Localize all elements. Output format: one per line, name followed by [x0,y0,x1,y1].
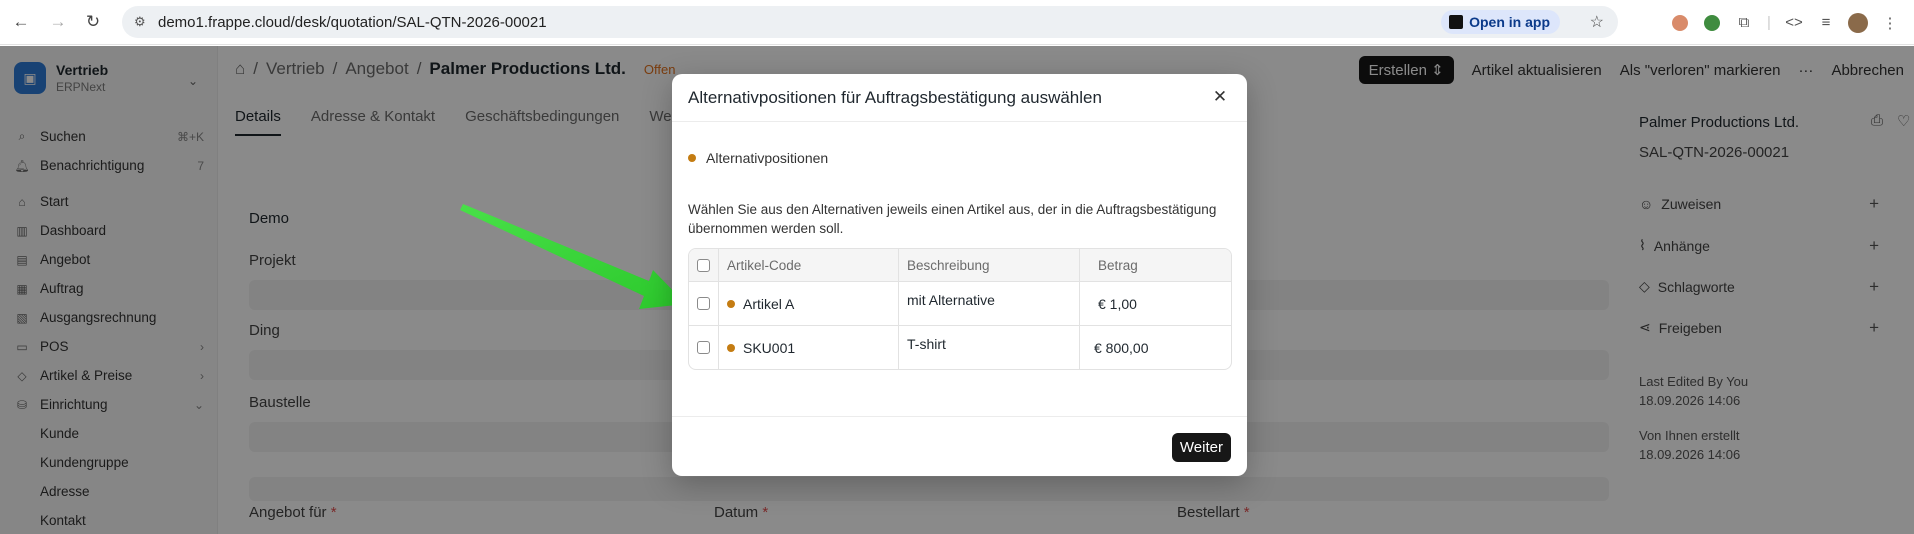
close-icon[interactable]: ✕ [1209,86,1231,108]
open-in-app-button[interactable]: Open in app [1441,10,1560,34]
menu-icon[interactable]: ⋮ [1876,9,1904,37]
divider: | [1767,14,1771,31]
address-bar[interactable]: ⚙ demo1.frappe.cloud/desk/quotation/SAL-… [122,6,1618,38]
profile-avatar[interactable] [1844,9,1872,37]
browser-toolbar: ← → ↻ ⚙ demo1.frappe.cloud/desk/quotatio… [0,0,1914,45]
app-icon [1449,15,1464,29]
column-header-amount: Betrag [1098,257,1138,273]
item-code: Artikel A [743,295,795,312]
orange-dot-icon [727,343,735,352]
reload-icon[interactable]: ↻ [80,9,106,35]
indicator-alternatives: Alternativpositionen [688,150,828,166]
extensions-area: ⧉ | <> ≡ ⋮ [1666,0,1914,45]
column-header-description: Beschreibung [899,249,1080,281]
continue-button[interactable]: Weiter [1171,433,1231,462]
dialog-footer: Weiter [672,416,1247,476]
url-text[interactable]: demo1.frappe.cloud/desk/quotation/SAL-QT… [158,14,547,31]
column-header-code: Artikel-Code [719,249,899,281]
dialog-title: Alternativpositionen für Auftragsbestäti… [688,88,1102,107]
table-row[interactable]: Artikel A mit Alternative € 1,00 [689,281,1231,325]
alternatives-table: Artikel-Code Beschreibung Betrag Artikel… [688,248,1232,370]
site-settings-icon[interactable]: ⚙ [134,14,146,30]
back-icon[interactable]: ← [8,9,34,35]
forward-icon[interactable]: → [45,9,71,35]
orange-dot-icon [688,154,696,162]
table-row[interactable]: SKU001 T-shirt € 800,00 [689,325,1231,369]
row-checkbox[interactable] [697,341,710,354]
dialog-description: Wählen Sie aus den Alternativen jeweils … [688,202,1217,236]
star-icon[interactable]: ☆ [1590,12,1604,32]
row-checkbox[interactable] [697,297,710,310]
annotation-arrow [460,204,686,309]
alternative-items-dialog: Alternativpositionen für Auftragsbestäti… [672,74,1247,476]
puzzle-icon[interactable]: ⧉ [1730,9,1758,37]
item-description: T-shirt [899,326,1080,369]
code-icon[interactable]: <> [1780,9,1808,37]
item-code: SKU001 [743,339,796,356]
extension-2-icon[interactable] [1698,9,1726,37]
item-amount: € 800,00 [1094,339,1149,356]
dialog-header: Alternativpositionen für Auftragsbestäti… [672,74,1247,122]
item-description: mit Alternative [899,282,1080,325]
item-amount: € 1,00 [1098,295,1137,312]
orange-dot-icon [727,299,735,308]
extension-1-icon[interactable] [1666,9,1694,37]
table-header: Artikel-Code Beschreibung Betrag [689,249,1231,281]
select-all-checkbox[interactable] [697,258,710,272]
playlist-icon[interactable]: ≡ [1812,9,1840,37]
